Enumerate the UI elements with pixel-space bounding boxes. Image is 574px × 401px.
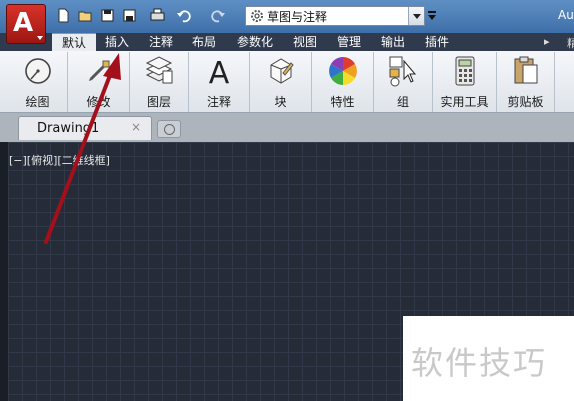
ribbon-tab-bar: 默认 插入 注释 布局 参数化 视图 管理 输出 插件 ▸ 精 — [0, 33, 574, 51]
new-icon[interactable] — [56, 8, 71, 23]
svg-text:A: A — [209, 56, 230, 87]
document-tab-drawing1[interactable]: Drawing1 × — [18, 116, 152, 140]
document-tab-strip: Drawing1 × — [0, 113, 574, 142]
group-icon — [387, 55, 419, 87]
panel-label: 剪贴板 — [507, 95, 544, 109]
panel-label: 绘图 — [25, 95, 50, 109]
panel-group[interactable]: 组 — [374, 52, 433, 112]
application-menu-button[interactable]: A — [6, 4, 46, 44]
tab-plugins[interactable]: 插件 — [418, 33, 456, 51]
panel-label: 特性 — [330, 95, 355, 109]
tab-home[interactable]: 默认 — [52, 33, 96, 51]
tab-view[interactable]: 视图 — [286, 33, 324, 51]
modify-icon — [83, 55, 115, 87]
watermark-box: 软件技巧 — [403, 316, 574, 401]
caret-down-icon — [37, 36, 43, 40]
tab-overflow[interactable]: 精 — [567, 35, 574, 51]
ribbon-panel: 绘图 修改 图层 A 注释 块 特性 组 实用工具 剪贴板 — [0, 51, 574, 113]
window-title: Au — [558, 8, 574, 22]
clipboard-icon — [510, 55, 542, 87]
save-icon[interactable] — [100, 8, 115, 23]
panel-clipboard[interactable]: 剪贴板 — [497, 52, 555, 112]
open-icon[interactable] — [78, 8, 93, 23]
tab-insert[interactable]: 插入 — [98, 33, 136, 51]
plot-icon[interactable] — [150, 8, 165, 23]
gear-icon — [251, 10, 263, 22]
save-as-icon[interactable] — [122, 8, 137, 23]
title-bar: 草图与注释 Au — [0, 0, 574, 33]
watermark-text: 软件技巧 — [411, 344, 548, 382]
panel-utilities[interactable]: 实用工具 — [433, 52, 497, 112]
properties-color-wheel-icon — [327, 55, 359, 87]
panel-properties[interactable]: 特性 — [312, 52, 374, 112]
tab-annotate[interactable]: 注释 — [142, 33, 180, 51]
plus-icon — [164, 124, 175, 135]
document-tab-label: Drawing1 — [37, 121, 100, 136]
customize-toolbar-icon[interactable] — [427, 10, 437, 22]
tab-output[interactable]: 输出 — [374, 33, 412, 51]
panel-block[interactable]: 块 — [250, 52, 312, 112]
panel-modify[interactable]: 修改 — [68, 52, 130, 112]
new-drawing-tab-button[interactable] — [157, 120, 181, 138]
panel-annotation[interactable]: A 注释 — [189, 52, 250, 112]
panel-label: 组 — [396, 95, 409, 109]
workspace-select[interactable]: 草图与注释 — [245, 6, 425, 26]
undo-icon[interactable] — [176, 8, 191, 23]
panel-draw[interactable]: 绘图 — [8, 52, 68, 112]
panel-layers[interactable]: 图层 — [130, 52, 189, 112]
panel-label: 实用工具 — [440, 95, 489, 109]
annotation-text-icon: A — [203, 55, 235, 87]
layers-icon — [143, 55, 175, 87]
panel-label: 图层 — [146, 95, 171, 109]
draw-circle-icon — [22, 55, 54, 87]
close-icon[interactable]: × — [131, 120, 141, 134]
tab-parametric[interactable]: 参数化 — [230, 33, 280, 51]
overflow-icon[interactable]: ▸ — [544, 35, 550, 48]
redo-icon[interactable] — [211, 8, 226, 23]
viewport-controls[interactable]: [−][俯视][二维线框] — [9, 152, 110, 168]
block-icon — [265, 55, 297, 87]
panel-label: 块 — [274, 95, 287, 109]
tab-layout[interactable]: 布局 — [185, 33, 223, 51]
calculator-icon — [449, 55, 481, 87]
chevron-down-icon[interactable] — [408, 7, 424, 25]
tab-manage[interactable]: 管理 — [330, 33, 368, 51]
panel-label: 注释 — [206, 95, 231, 109]
autocad-logo-icon: A — [13, 8, 34, 38]
autocad-window: 草图与注释 Au A 默认 插入 注释 布局 参数化 视图 管理 输出 插件 ▸… — [0, 0, 574, 401]
workspace-label: 草图与注释 — [267, 9, 328, 24]
panel-label: 修改 — [86, 95, 111, 109]
